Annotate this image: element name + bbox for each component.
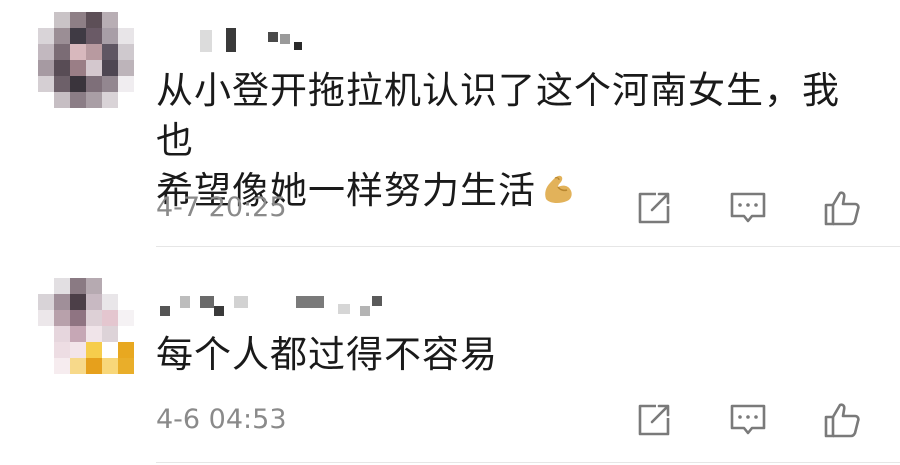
thumbs-up-icon	[824, 191, 860, 226]
share-icon	[638, 404, 670, 436]
comment-timestamp: 4-6 04:53	[156, 404, 287, 435]
comment-timestamp: 4-7 20:25	[156, 192, 287, 223]
flexed-biceps-emoji	[540, 170, 576, 220]
avatar[interactable]	[38, 12, 134, 108]
like-button[interactable]	[822, 400, 862, 440]
reply-icon	[730, 192, 766, 223]
like-button[interactable]	[822, 188, 862, 228]
comment-item: 从小登开拖拉机认识了这个河南女生，我也 希望像她一样努力生活 4-7 20:25	[0, 0, 900, 248]
share-button[interactable]	[634, 400, 674, 440]
reply-button[interactable]	[728, 188, 768, 228]
divider	[156, 246, 900, 247]
divider	[156, 462, 900, 463]
share-button[interactable]	[634, 188, 674, 228]
comment-item: 每个人都过得不容易 4-6 04:53	[0, 248, 900, 465]
comment-text-line: 每个人都过得不容易	[156, 333, 498, 376]
avatar[interactable]	[38, 278, 134, 374]
comment-text-line: 从小登开拖拉机认识了这个河南女生，我也	[156, 69, 840, 162]
reply-button[interactable]	[728, 400, 768, 440]
share-icon	[638, 192, 670, 224]
thumbs-up-icon	[824, 403, 860, 438]
reply-icon	[730, 404, 766, 435]
comment-text: 每个人都过得不容易	[156, 330, 876, 380]
